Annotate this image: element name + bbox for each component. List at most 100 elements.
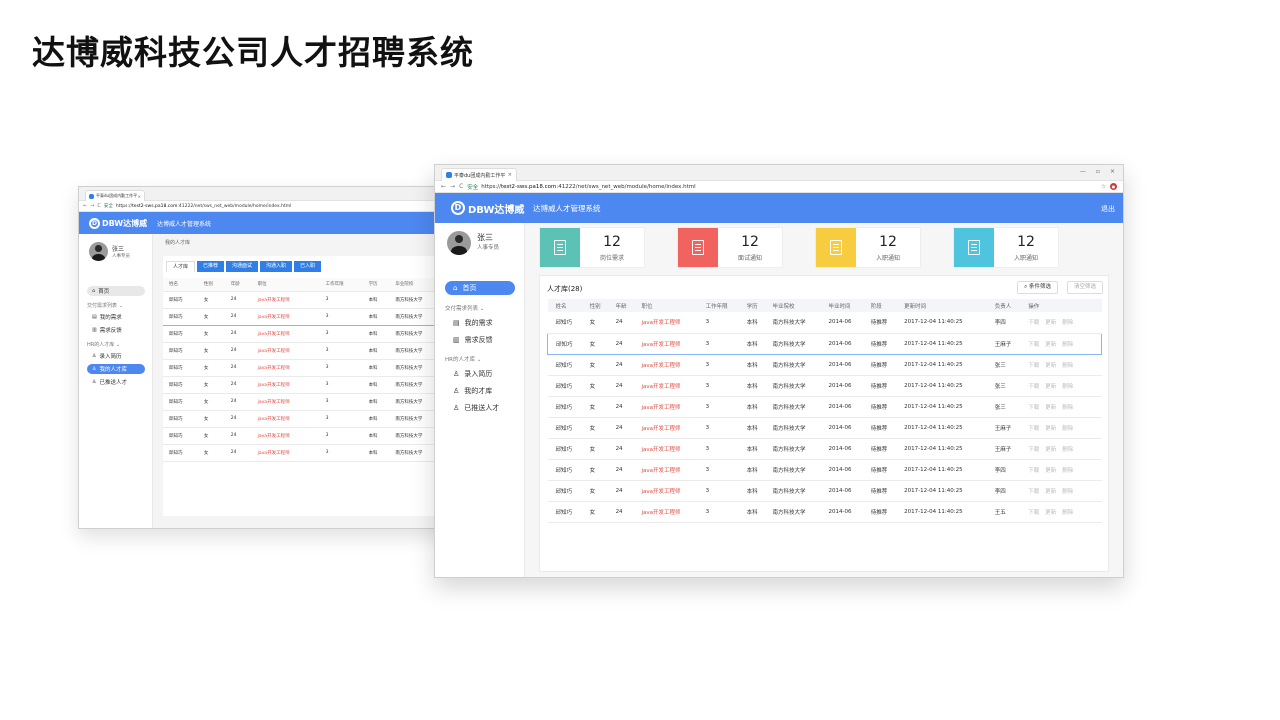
tab-close-icon[interactable]: × [138,194,141,199]
delete-link[interactable]: 删除 [1062,489,1073,495]
reload-icon[interactable]: C [97,203,101,209]
url-text[interactable]: https://test2-sws.pa18.com:41222/net/sws… [481,184,695,190]
delete-link[interactable]: 删除 [1062,426,1073,432]
table-row[interactable]: 邱知巧女 24 java开发工程师 3 本科 南方科技大学 2014-06 待推荐 2017-1… [547,438,1102,460]
sidebar-group-hr[interactable]: HR的人才库 ⌄ [445,355,515,363]
sidebar-item-enter-resume[interactable]: ♙ 录入简历 [87,351,145,361]
table-row[interactable]: 邱知巧女24java开发工程师3本科南方科技大学2014-06 [163,342,465,360]
tab-recommended[interactable]: 已推荐 [197,261,225,272]
update-link[interactable]: 更新 [1045,468,1056,474]
table-row[interactable]: 邱知巧女 24 java开发工程师 3 本科 南方科技大学 2014-06 待推荐 2017-1… [547,501,1102,523]
browser-tab[interactable]: 平泰du团成内勤工作平 × [441,168,517,181]
sidebar-group-hr[interactable]: HR的人才库 ⌄ [87,341,145,348]
browser-tabbar: 平泰du团成内勤工作平 × [79,187,465,201]
close-window-icon[interactable]: × [1110,168,1115,175]
stat-card[interactable]: 12 面试通知 [677,227,783,268]
table-row[interactable]: 邱知巧女24java开发工程师3本科南方科技大学2014-06 [163,410,465,428]
browser-tab[interactable]: 平泰du团成内勤工作平 × [85,190,145,201]
tab-onboarding[interactable]: 沟通入职 [260,261,293,272]
clear-filter-button[interactable]: 清空筛选 [1066,281,1103,294]
table-row[interactable]: 邱知巧女24java开发工程师3本科南方科技大学2014-06 [163,291,465,309]
bookmark-star-icon[interactable]: ☆ [1101,184,1106,190]
sidebar-item-my-requests[interactable]: ▤ 我的需求 [445,316,515,330]
update-link[interactable]: 更新 [1045,489,1056,495]
download-link[interactable]: 下载 [1028,489,1039,495]
table-row[interactable]: 邱知巧女 24 java开发工程师 3 本科 南方科技大学 2014-06 待推荐 2017-1… [547,480,1102,502]
update-link[interactable]: 更新 [1045,426,1056,432]
sidebar-item-enter-resume[interactable]: ♙ 录入简历 [445,367,515,381]
download-link[interactable]: 下载 [1028,363,1039,369]
sidebar-item-home[interactable]: ⌂ 首页 [445,281,515,295]
address-bar[interactable]: ← → C 安全 https://test2-sws.pa18.com:4122… [435,181,1123,193]
delete-link[interactable]: 删除 [1062,342,1073,348]
logout-button[interactable]: 退出 [1101,204,1115,214]
table-row[interactable]: 邱知巧女 24 java开发工程师 3 本科 南方科技大学 2014-06 待推荐 2017-1… [547,375,1102,397]
update-link[interactable]: 更新 [1045,363,1056,369]
stat-card[interactable]: 12 入职通知 [815,227,921,268]
stat-card[interactable]: 12 岗位需求 [539,227,645,268]
update-link[interactable]: 更新 [1045,447,1056,453]
back-icon[interactable]: ← [83,203,87,209]
delete-link[interactable]: 删除 [1062,320,1073,326]
table-row[interactable]: 邱知巧女24java开发工程师3本科南方科技大学2014-06 [163,359,465,377]
table-row[interactable]: 邱知巧女24java开发工程师3本科南方科技大学2014-06 [163,427,465,445]
sidebar-item-recommended[interactable]: ♙ 已推送人才 [445,401,515,415]
delete-link[interactable]: 删除 [1062,405,1073,411]
tab-interview[interactable]: 沟通面试 [226,261,259,272]
reload-icon[interactable]: C [459,183,463,190]
delete-link[interactable]: 删除 [1062,510,1073,516]
document-icon [968,240,980,255]
table-row[interactable]: 邱知巧女24java开发工程师3本科南方科技大学2014-06 [163,307,465,326]
back-icon[interactable]: ← [441,183,446,190]
forward-icon[interactable]: → [90,203,94,209]
download-link[interactable]: 下载 [1028,342,1039,348]
table-row[interactable]: 邱知巧女 24 java开发工程师 3 本科 南方科技大学 2014-06 待推荐 2017-1… [547,396,1102,418]
url-text[interactable]: https://test2-sws.pa18.com:41222/net/sws… [116,204,291,209]
table-row[interactable]: 邱知巧女 24 java开发工程师 3 本科 南方科技大学 2014-06 待推荐 2017-1… [547,417,1102,439]
address-bar[interactable]: ← → C 安全 https://test2-sws.pa18.com:4122… [79,201,465,212]
update-link[interactable]: 更新 [1045,342,1056,348]
forward-icon[interactable]: → [450,183,455,190]
maximize-icon[interactable]: ▫ [1096,168,1100,175]
download-link[interactable]: 下载 [1028,510,1039,516]
sidebar-item-my-talent[interactable]: ♙ 我的才库 [445,384,515,398]
download-link[interactable]: 下载 [1028,426,1039,432]
sidebar-item-my-talent[interactable]: ♙ 我的人才库 [87,364,145,374]
update-link[interactable]: 更新 [1045,510,1056,516]
sidebar-item-home[interactable]: ⌂ 首页 [87,286,145,296]
table-row[interactable]: 邱知巧女 24 java开发工程师 3 本科 南方科技大学 2014-06 待推荐 2017-1… [546,332,1103,355]
table-row[interactable]: 邱知巧女 24 java开发工程师 3 本科 南方科技大学 2014-06 待推荐 2017-1… [547,354,1102,376]
table-row[interactable]: 邱知巧女24java开发工程师3本科南方科技大学2014-06 [163,376,465,394]
table-row[interactable]: 邱知巧女24java开发工程师3本科南方科技大学2014-06 [163,444,465,462]
delete-link[interactable]: 删除 [1062,468,1073,474]
sidebar-item-recommended[interactable]: ♙ 已推送人才 [87,377,145,387]
download-link[interactable]: 下载 [1028,384,1039,390]
sidebar-item-feedback[interactable]: ▥ 需求反馈 [445,333,515,347]
table-cell: 南方科技大学 [764,459,821,481]
sidebar-item-feedback[interactable]: ▥ 需求反馈 [87,325,145,335]
stat-card[interactable]: 12 入职通知 [953,227,1059,268]
extension-icon[interactable]: ● [1110,183,1117,190]
download-link[interactable]: 下载 [1028,468,1039,474]
delete-link[interactable]: 删除 [1062,384,1073,390]
table-row[interactable]: 邱知巧女 24 java开发工程师 3 本科 南方科技大学 2014-06 待推荐 2017-1… [547,312,1102,334]
download-link[interactable]: 下载 [1028,320,1039,326]
minimize-icon[interactable]: — [1080,168,1086,175]
tab-talent-pool[interactable]: 人才库 [166,261,196,272]
sidebar-item-my-requests[interactable]: ▤ 我的需求 [87,312,145,322]
sidebar-group-requests[interactable]: 交付需求列表 ⌄ [445,304,515,312]
sidebar-group-requests[interactable]: 交付需求列表 ⌄ [87,302,145,309]
filter-button[interactable]: ⌕ 条件筛选 [1017,281,1058,294]
update-link[interactable]: 更新 [1045,320,1056,326]
update-link[interactable]: 更新 [1045,405,1056,411]
delete-link[interactable]: 删除 [1062,363,1073,369]
table-row[interactable]: 邱知巧女 24 java开发工程师 3 本科 南方科技大学 2014-06 待推荐 2017-1… [547,459,1102,481]
table-row[interactable]: 邱知巧女24java开发工程师3本科南方科技大学2014-06 [163,393,465,411]
update-link[interactable]: 更新 [1045,384,1056,390]
tab-onboarded[interactable]: 已入职 [294,261,322,272]
download-link[interactable]: 下载 [1028,405,1039,411]
table-row[interactable]: 邱知巧女24java开发工程师3本科南方科技大学2014-06 [163,325,465,343]
tab-close-icon[interactable]: × [508,172,512,178]
delete-link[interactable]: 删除 [1062,447,1073,453]
download-link[interactable]: 下载 [1028,447,1039,453]
